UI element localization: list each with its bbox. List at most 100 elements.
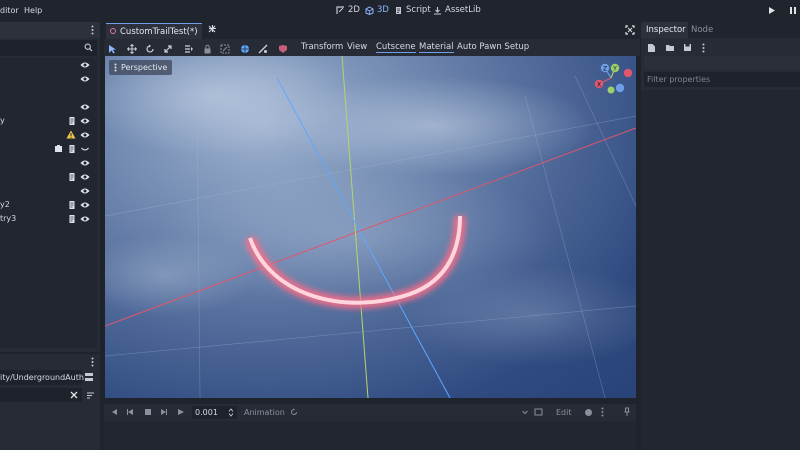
save-resource-icon[interactable] <box>683 43 692 52</box>
visibility-eye-icon[interactable] <box>79 157 91 169</box>
tree-item[interactable] <box>0 58 97 72</box>
animation-label: Animation <box>244 408 285 417</box>
visibility-eye-icon[interactable] <box>79 59 91 71</box>
animation-time-field[interactable]: 0.001 <box>192 406 237 419</box>
inspector-kebab-icon[interactable] <box>702 43 705 53</box>
pin-icon[interactable] <box>623 407 631 417</box>
scene-tab-customtrailtest[interactable]: CustomTrailTest(*) <box>106 23 202 39</box>
filesystem-kebab-icon[interactable] <box>91 357 94 367</box>
tab-node[interactable]: Node <box>688 22 718 38</box>
tab-inspector[interactable]: Inspector <box>641 22 688 38</box>
filter-properties-input[interactable]: Filter properties <box>644 72 800 87</box>
cutscene-menu[interactable]: Cutscene <box>376 42 416 53</box>
reload-icon[interactable] <box>290 408 298 416</box>
assetlib-icon <box>433 6 442 15</box>
workspace-assetlib-button[interactable]: AssetLib <box>433 5 481 15</box>
script-attached-icon[interactable] <box>68 144 76 154</box>
orientation-gizmo[interactable]: Z Y X <box>591 60 635 100</box>
tree-item[interactable] <box>0 156 97 170</box>
menu-help[interactable]: Help <box>24 6 42 15</box>
tree-item[interactable] <box>0 72 97 86</box>
new-resource-icon[interactable] <box>647 43 656 53</box>
play-animation-icon[interactable] <box>177 408 185 416</box>
visibility-eye-icon[interactable] <box>79 129 91 141</box>
tree-item[interactable]: y <box>0 114 97 128</box>
scene-filter-input[interactable] <box>0 40 97 56</box>
scene-tree: y y2 try3 <box>0 58 97 348</box>
play-from-start-icon[interactable] <box>160 408 168 416</box>
distraction-free-icon[interactable] <box>625 25 635 35</box>
top-bar: ditor Help 2D 3D Script AssetLib <box>0 0 800 22</box>
rotate-tool-icon[interactable] <box>144 43 156 55</box>
filesystem-path-field[interactable]: ity/UndergroundAuth <box>0 370 84 385</box>
tree-item[interactable]: try3 <box>0 212 97 226</box>
material-menu[interactable]: Material <box>419 42 454 53</box>
workspace-3d-button[interactable]: 3D <box>365 5 389 15</box>
inspector-history-bar <box>644 56 800 69</box>
kebab-menu-icon[interactable] <box>91 25 94 35</box>
view-menu[interactable]: View <box>347 42 367 52</box>
play-backwards-start-icon[interactable] <box>110 408 118 416</box>
pause-icon[interactable] <box>789 6 797 15</box>
visibility-eye-icon[interactable] <box>79 213 91 225</box>
plus-icon[interactable] <box>208 24 217 33</box>
ruler-icon[interactable] <box>257 43 269 55</box>
2d-icon <box>336 5 345 15</box>
viewport-3d[interactable]: Perspective Z Y X <box>105 56 636 398</box>
edit-button[interactable]: Edit <box>556 408 572 417</box>
play-backwards-icon[interactable] <box>126 408 134 416</box>
auto-pawn-setup-menu[interactable]: Auto Pawn Setup <box>457 42 529 52</box>
filesystem-dock: ity/UndergroundAuth <box>0 354 100 450</box>
visibility-eye-icon[interactable] <box>79 101 91 113</box>
inspector-tab-fill <box>718 22 800 38</box>
tree-item[interactable] <box>0 184 97 198</box>
play-icon[interactable] <box>768 6 776 15</box>
tree-item[interactable] <box>0 170 97 184</box>
script-attached-icon[interactable] <box>68 172 76 182</box>
visibility-eye-icon[interactable] <box>79 199 91 211</box>
tree-item[interactable] <box>0 86 97 100</box>
move-tool-icon[interactable] <box>126 43 138 55</box>
tree-item[interactable] <box>0 142 97 156</box>
tree-item[interactable] <box>0 100 97 114</box>
onion-skin-icon[interactable] <box>584 408 593 417</box>
clear-icon[interactable] <box>70 391 78 399</box>
workspace-2d-button[interactable]: 2D <box>336 5 360 15</box>
menu-editor[interactable]: ditor <box>0 6 19 15</box>
node-group-icon[interactable] <box>54 144 63 153</box>
scale-tool-icon[interactable] <box>162 43 174 55</box>
script-attached-icon[interactable] <box>68 116 76 126</box>
split-view-icon[interactable] <box>84 372 94 382</box>
lock-icon[interactable] <box>201 43 213 55</box>
script-icon <box>394 6 403 15</box>
workspace-script-button[interactable]: Script <box>394 5 431 15</box>
visibility-eye-icon[interactable] <box>79 171 91 183</box>
gizmo-neg-y-handle[interactable] <box>607 86 615 94</box>
animation-tools-icon[interactable] <box>534 408 543 416</box>
perspective-button[interactable]: Perspective <box>109 60 173 75</box>
warning-icon[interactable] <box>66 130 76 139</box>
animation-kebab-icon[interactable] <box>601 407 604 417</box>
script-attached-icon[interactable] <box>68 200 76 210</box>
local-space-icon[interactable] <box>239 43 251 55</box>
select-tool-icon[interactable] <box>106 43 118 55</box>
visibility-eye-icon[interactable] <box>79 115 91 127</box>
list-select-icon[interactable] <box>183 43 195 55</box>
viewport-scene <box>105 56 636 398</box>
chevron-down-icon[interactable] <box>521 408 529 416</box>
load-resource-icon[interactable] <box>665 43 675 52</box>
file-sort-icon[interactable] <box>86 391 95 400</box>
gizmo-neg-x-handle[interactable] <box>623 68 633 78</box>
script-attached-icon[interactable] <box>68 214 76 224</box>
tree-item[interactable] <box>0 128 97 142</box>
visibility-eye-icon[interactable] <box>79 185 91 197</box>
transform-menu[interactable]: Transform <box>301 42 343 52</box>
snap-icon[interactable] <box>277 43 289 55</box>
tree-item[interactable]: y2 <box>0 198 97 212</box>
group-icon[interactable] <box>219 43 231 55</box>
visibility-eye-icon[interactable] <box>79 73 91 85</box>
collapse-icon[interactable] <box>79 143 91 155</box>
stop-icon[interactable] <box>144 408 152 416</box>
gizmo-neg-z-handle[interactable] <box>615 83 625 93</box>
spinner-icon[interactable] <box>228 408 234 417</box>
